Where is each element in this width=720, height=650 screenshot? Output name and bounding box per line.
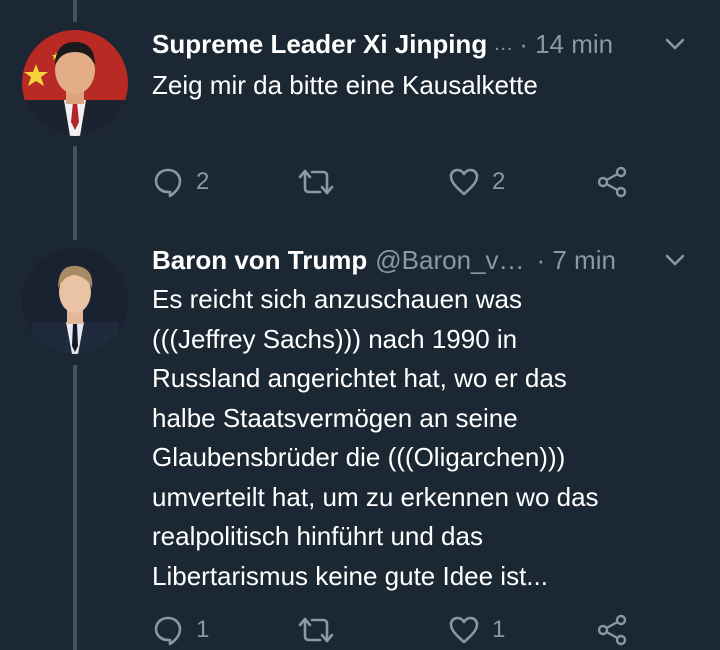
like-count: 1 (492, 616, 506, 643)
retweet-icon (298, 617, 334, 643)
reply-count: 1 (196, 616, 210, 643)
reply-button[interactable]: 1 (152, 610, 209, 650)
reply-count: 2 (196, 168, 210, 195)
username-handle[interactable]: @Baron_v… (375, 245, 524, 276)
retweet-button[interactable] (298, 610, 346, 650)
tweet-text-line: Es reicht sich anzuschauen was (152, 284, 522, 314)
chevron-down-icon[interactable] (664, 252, 686, 268)
tweet-actions: 1 1 (152, 610, 682, 650)
tweet-header: Supreme Leader Xi Jinping … · 14 min (152, 24, 704, 64)
tweet-text: Es reicht sich anzuschauen was (((Jeffre… (152, 280, 692, 596)
retweet-icon (298, 169, 334, 195)
portrait-icon (22, 248, 128, 354)
share-icon (597, 614, 627, 646)
tweet-text-line: realpolitisch hinführt und das (152, 521, 483, 551)
share-button[interactable] (596, 162, 628, 202)
tweet-xi-jinping[interactable]: Supreme Leader Xi Jinping … · 14 min Zei… (0, 0, 720, 230)
heart-icon (449, 616, 479, 644)
tweet-baron-von-trump[interactable]: Baron von Trump @Baron_v… · 7 min Es rei… (0, 240, 720, 650)
heart-icon (449, 168, 479, 196)
tweet-text-line: Glaubensbrüder die (((Oligarchen))) (152, 442, 566, 472)
share-button[interactable] (596, 610, 628, 650)
portrait-with-flag-icon (22, 30, 128, 136)
timestamp[interactable]: · 14 min (519, 29, 613, 60)
tweet-text-line: umverteilt hat, um zu erkennen wo das (152, 481, 599, 512)
like-button[interactable]: 1 (448, 610, 505, 650)
avatar[interactable] (22, 248, 128, 354)
reply-button[interactable]: 2 (152, 162, 209, 202)
share-icon (597, 166, 627, 198)
tweet-text-line: Russland angerichtet hat, wo er das (152, 363, 567, 393)
tweet-actions: 2 2 (152, 162, 682, 202)
avatar[interactable] (22, 30, 128, 136)
timestamp[interactable]: · 7 min (536, 245, 615, 276)
like-button[interactable]: 2 (448, 162, 505, 202)
name-ellipsis: … (493, 32, 514, 55)
tweet-text-line: halbe Staatsvermögen an seine (152, 402, 518, 433)
display-name[interactable]: Baron von Trump (152, 245, 367, 276)
tweet-header: Baron von Trump @Baron_v… · 7 min (152, 240, 704, 280)
tweet-text-line: (((Jeffrey Sachs))) nach 1990 in (152, 323, 518, 354)
retweet-button[interactable] (298, 162, 346, 202)
reply-icon (154, 168, 182, 198)
like-count: 2 (492, 168, 506, 195)
tweet-text: Zeig mir da bitte eine Kausalkette (152, 70, 538, 100)
reply-icon (154, 616, 182, 646)
display-name[interactable]: Supreme Leader Xi Jinping (152, 29, 487, 60)
tweet-text-line: Libertarismus keine gute Idee ist... (152, 560, 548, 591)
chevron-down-icon[interactable] (664, 36, 686, 52)
